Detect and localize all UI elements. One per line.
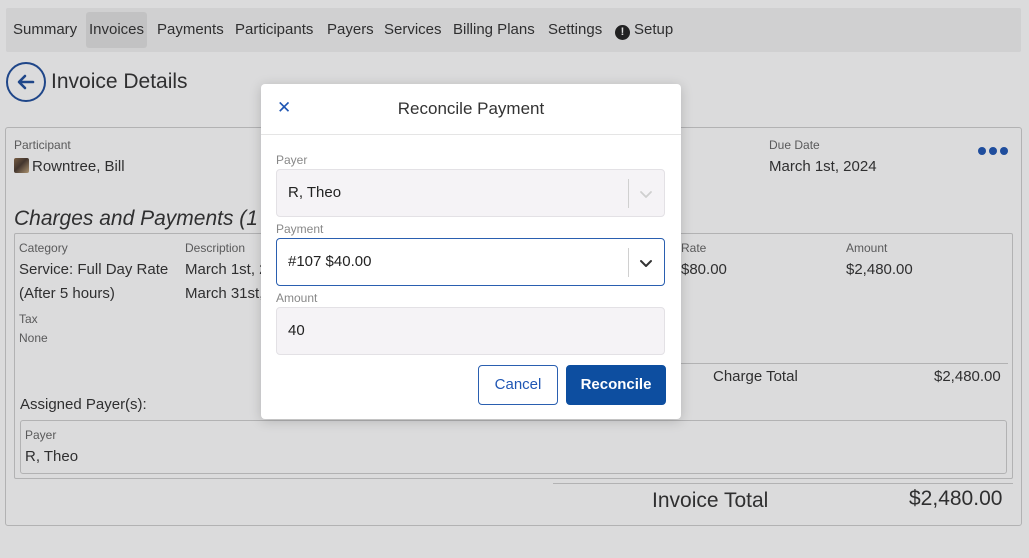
payment-select[interactable]: #107 $40.00 (276, 238, 665, 286)
chevron-down-icon (640, 191, 652, 198)
reconcile-button[interactable]: Reconcile (566, 365, 666, 405)
payer-select-value: R, Theo (288, 184, 342, 201)
payment-select-value: #107 $40.00 (288, 253, 372, 270)
chevron-down-icon (640, 260, 652, 267)
reconcile-payment-modal: ✕ Reconcile Payment Payer R, Theo Paymen… (261, 84, 681, 419)
divider (628, 179, 629, 208)
cancel-button[interactable]: Cancel (478, 365, 558, 405)
payment-field-label: Payment (276, 222, 324, 236)
modal-title: Reconcile Payment (397, 99, 545, 118)
amount-input-value: 40 (288, 322, 305, 339)
payer-select[interactable]: R, Theo (276, 169, 665, 217)
divider (628, 248, 629, 277)
divider (261, 134, 681, 135)
payer-field-label: Payer (276, 153, 308, 167)
amount-field-label: Amount (276, 291, 318, 305)
amount-input[interactable]: 40 (276, 307, 665, 355)
